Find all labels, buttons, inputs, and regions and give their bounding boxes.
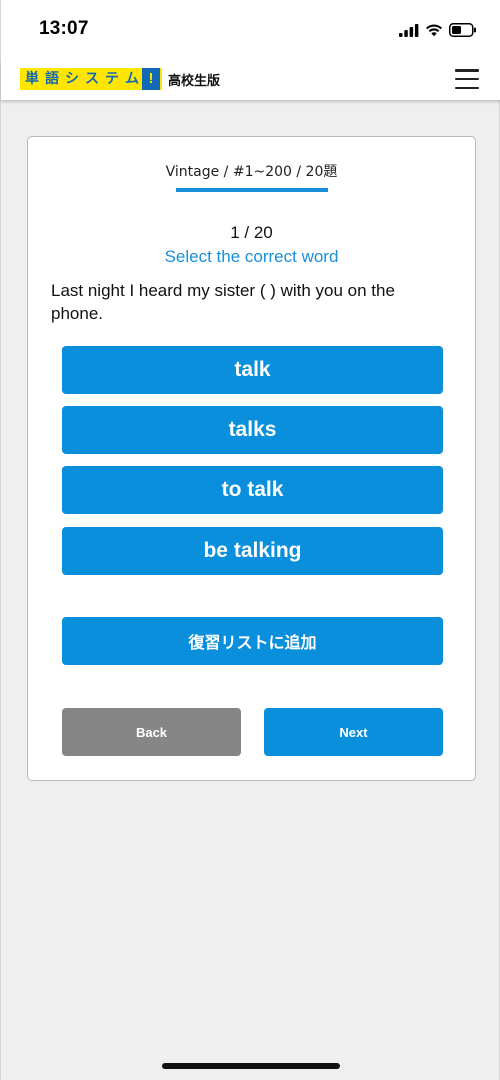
- question-text: Last night I heard my sister ( ) with yo…: [51, 281, 395, 323]
- status-bar: 13:07: [1, 0, 500, 60]
- status-icons: [399, 20, 477, 40]
- app-screen: 13:07 単 語 シ ス テ ム ! 高校生版 Vintage / #1~20…: [0, 0, 500, 1080]
- logo-char: ム: [125, 71, 139, 87]
- back-button[interactable]: Back: [62, 708, 241, 756]
- logo-exclamation: !: [142, 68, 160, 90]
- choice-button[interactable]: to talk: [62, 466, 443, 514]
- next-button[interactable]: Next: [264, 708, 443, 756]
- question-instruction: Select the correct word: [164, 247, 339, 266]
- app-logo[interactable]: 単 語 シ ス テ ム ! 高校生版: [20, 67, 220, 91]
- home-indicator[interactable]: [162, 1063, 340, 1069]
- choice-button[interactable]: be talking: [62, 527, 443, 575]
- logo-char: 単: [25, 71, 39, 87]
- logo-subtitle: 高校生版: [168, 73, 221, 89]
- logo-wordmark: 単 語 シ ス テ ム !: [20, 68, 162, 90]
- wifi-icon: [425, 23, 443, 37]
- status-time: 13:07: [39, 18, 89, 39]
- hamburger-menu-icon[interactable]: [455, 69, 479, 89]
- logo-char: テ: [105, 71, 119, 87]
- choice-button[interactable]: talks: [62, 406, 443, 454]
- deck-label: Vintage / #1~200 / 20題: [165, 164, 338, 180]
- add-to-review-list-button[interactable]: 復習リストに追加: [62, 617, 443, 665]
- question-progress: 1 / 20: [230, 223, 273, 242]
- logo-char: ス: [85, 71, 99, 87]
- logo-char: 語: [45, 71, 59, 87]
- logo-char: シ: [65, 71, 79, 87]
- deck-tab-underline: [176, 188, 328, 192]
- choice-button[interactable]: talk: [62, 346, 443, 394]
- battery-icon: [449, 23, 477, 37]
- quiz-card: Vintage / #1~200 / 20題 1 / 20 Select the…: [27, 136, 476, 781]
- cellular-signal-icon: [399, 23, 419, 37]
- app-header: 単 語 シ ス テ ム ! 高校生版: [1, 60, 500, 100]
